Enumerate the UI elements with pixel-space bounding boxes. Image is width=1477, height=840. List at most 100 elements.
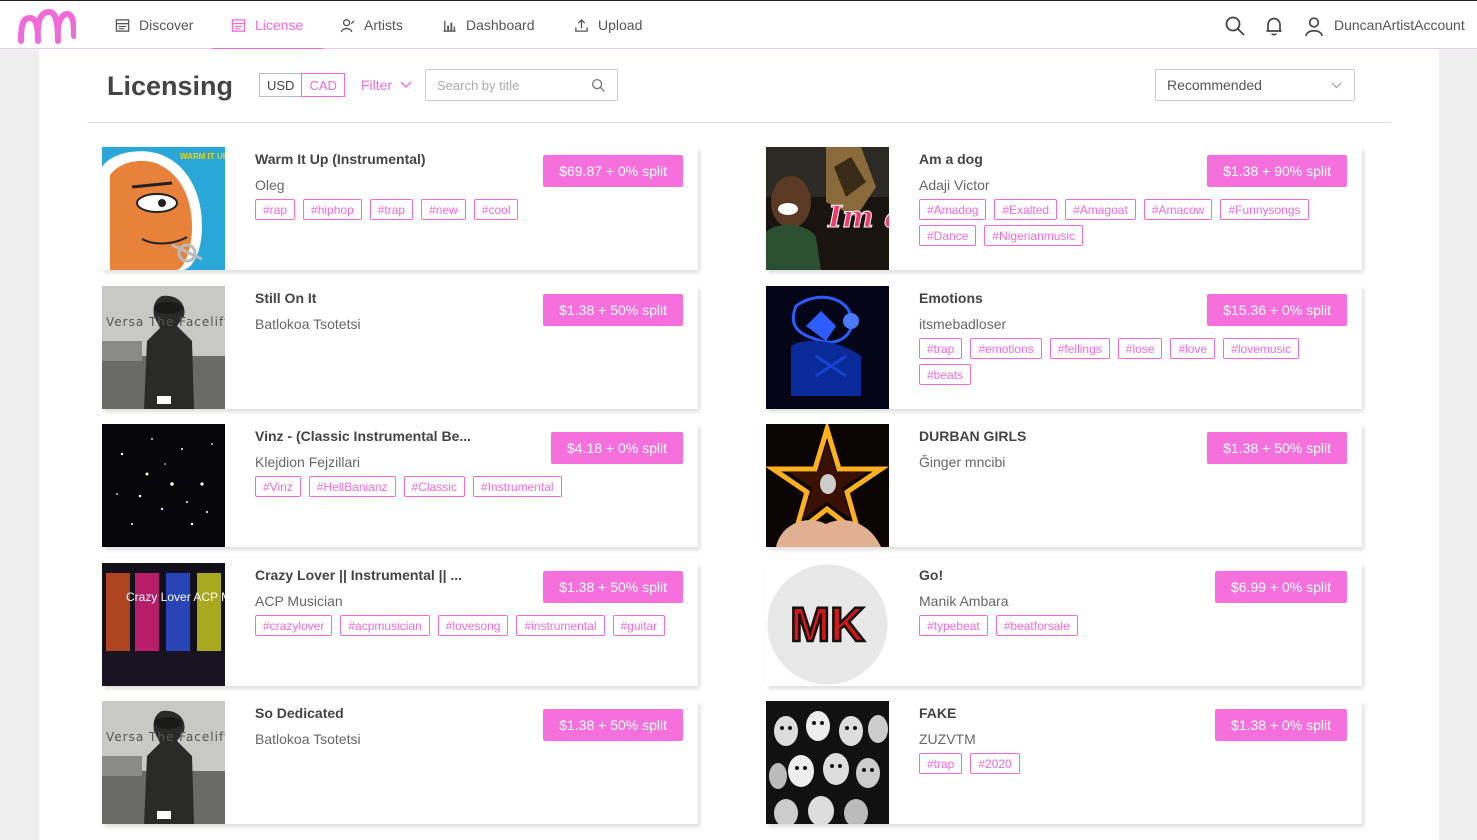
track-title[interactable]: DURBAN GIRLS [919,428,1026,444]
search-icon[interactable] [591,78,606,93]
track-title[interactable]: Emotions [919,290,983,306]
tag-list: #Amadog #Exalted #Amagoat #Amacow #Funny… [919,199,1359,251]
tag[interactable]: #Dance [919,225,977,246]
tag[interactable]: #trap [369,199,414,220]
cover-text: Crazy Lover ACP Musician [126,590,225,604]
track-title[interactable]: FAKE [919,705,956,721]
chevron-down-icon [1331,82,1342,89]
sort-select[interactable]: Recommended [1155,69,1355,101]
track-cover [766,424,889,547]
tag[interactable]: #cool [473,199,519,220]
vinz-cover-art [102,424,225,547]
price-button[interactable]: $69.87 + 0% split [543,155,683,187]
filter-label: Filter [361,77,393,93]
track-card[interactable]: Versa The Facelift Still On It Batlokoa … [102,286,698,409]
tag[interactable]: #Instrumental [472,476,562,497]
tag[interactable]: #Vinz [255,476,301,497]
cover-text: Im a Dog [827,200,889,235]
tag[interactable]: #trap [919,338,963,359]
fake-cover-art [766,701,889,824]
track-title[interactable]: Crazy Lover || Instrumental || ... [255,567,462,583]
search-input[interactable] [437,70,587,100]
track-artist[interactable]: Batlokoa Tsotetsi [255,731,361,747]
username-link[interactable]: DuncanArtistAccount [1334,1,1465,49]
tag[interactable]: #lose [1117,338,1163,359]
nav-item-upload[interactable]: Upload [574,1,642,49]
nav-item-license[interactable]: License [211,1,324,50]
tag[interactable]: #Exalted [994,199,1058,220]
tag[interactable]: #guitar [612,615,666,636]
track-card[interactable]: Im a Dog Am a dog Adaji Victor #Amadog #… [766,147,1362,270]
tag[interactable]: #Amadog [919,199,987,220]
tag[interactable]: #crazylover [255,615,333,636]
track-card[interactable]: Vinz - (Classic Instrumental Be... Klejd… [102,424,698,547]
tag[interactable]: #fellings [1049,338,1110,359]
tag[interactable]: #Nigerianmusic [984,225,1084,246]
track-title[interactable]: Vinz - (Classic Instrumental Be... [255,428,471,444]
price-button[interactable]: $1.38 + 50% split [543,709,683,741]
price-button[interactable]: $1.38 + 90% split [1207,155,1347,187]
filter-dropdown[interactable]: Filter [361,77,412,93]
nav-item-dashboard[interactable]: Dashboard [442,1,535,49]
tag[interactable]: #acpmusician [340,615,430,636]
tag-list: #rap #hiphop #trap #new #cool [255,199,695,225]
track-artist[interactable]: Ğinger mncibi [919,454,1005,470]
track-artist[interactable]: ACP Musician [255,593,343,609]
tag[interactable]: #trap [919,753,963,774]
user-icon[interactable] [1303,15,1325,37]
track-card[interactable]: Emotions itsmebadloser #trap #emotions #… [766,286,1362,409]
track-title[interactable]: So Dedicated [255,705,344,721]
tag[interactable]: #hiphop [303,199,362,220]
tag[interactable]: #new [421,199,466,220]
track-artist[interactable]: ZUZVTM [919,731,976,747]
track-card[interactable]: MK Go! Manik Ambara #typebeat #beatforsa… [766,563,1362,686]
tag[interactable]: #typebeat [919,615,988,636]
track-artist[interactable]: Klejdion Fejzillari [255,454,360,470]
currency-usd-button[interactable]: USD [259,73,303,97]
track-card[interactable]: Versa The Facelift So Dedicated Batlokoa… [102,701,698,824]
currency-cad-button[interactable]: CAD [301,73,345,97]
tag[interactable]: #emotions [970,338,1042,359]
tag-list: #trap #emotions #fellings #lose #love #l… [919,338,1359,390]
tag[interactable]: #rap [255,199,296,220]
logo[interactable] [18,8,76,46]
tag[interactable]: #lovemusic [1223,338,1300,359]
price-button[interactable]: $4.18 + 0% split [550,432,683,464]
track-title[interactable]: Warm It Up (Instrumental) [255,151,426,167]
tag[interactable]: #Funnysongs [1220,199,1309,220]
track-title[interactable]: Go! [919,567,943,583]
track-artist[interactable]: Oleg [255,177,285,193]
track-card[interactable]: WARM IT UP Warm It Up (Instrumental) Ole… [102,147,698,270]
track-artist[interactable]: Manik Ambara [919,593,1008,609]
track-title[interactable]: Still On It [255,290,316,306]
nav-item-artists[interactable]: Artists [340,1,403,49]
price-button[interactable]: $1.38 + 50% split [543,571,683,603]
tag[interactable]: #lovesong [437,615,509,636]
emotions-cover-art [766,286,889,409]
bell-icon[interactable] [1263,15,1285,37]
track-artist[interactable]: Batlokoa Tsotetsi [255,316,361,332]
tag[interactable]: #HellBanianz [308,476,396,497]
tag[interactable]: #Amagoat [1065,199,1136,220]
nav-label-dashboard: Dashboard [466,17,535,33]
track-card[interactable]: Crazy Lover ACP Musician Crazy Lover || … [102,563,698,686]
price-button[interactable]: $1.38 + 50% split [543,294,683,326]
track-card[interactable]: FAKE ZUZVTM #trap #2020 $1.38 + 0% split [766,701,1362,824]
price-button[interactable]: $1.38 + 50% split [1207,432,1347,464]
tag[interactable]: #beats [919,364,972,385]
price-button[interactable]: $1.38 + 0% split [1214,709,1347,741]
tag[interactable]: #love [1170,338,1216,359]
nav-item-discover[interactable]: Discover [115,1,193,49]
tag[interactable]: #Classic [403,476,465,497]
tag[interactable]: #beatforsale [995,615,1078,636]
track-artist[interactable]: itsmebadloser [919,316,1006,332]
price-button[interactable]: $15.36 + 0% split [1207,294,1347,326]
track-title[interactable]: Am a dog [919,151,983,167]
track-card[interactable]: DURBAN GIRLS Ğinger mncibi $1.38 + 50% s… [766,424,1362,547]
tag[interactable]: #Amacow [1143,199,1213,220]
price-button[interactable]: $6.99 + 0% split [1214,571,1347,603]
track-artist[interactable]: Adaji Victor [919,177,990,193]
search-icon[interactable] [1224,15,1246,37]
tag[interactable]: #2020 [970,753,1020,774]
tag[interactable]: #instrumental [516,615,605,636]
